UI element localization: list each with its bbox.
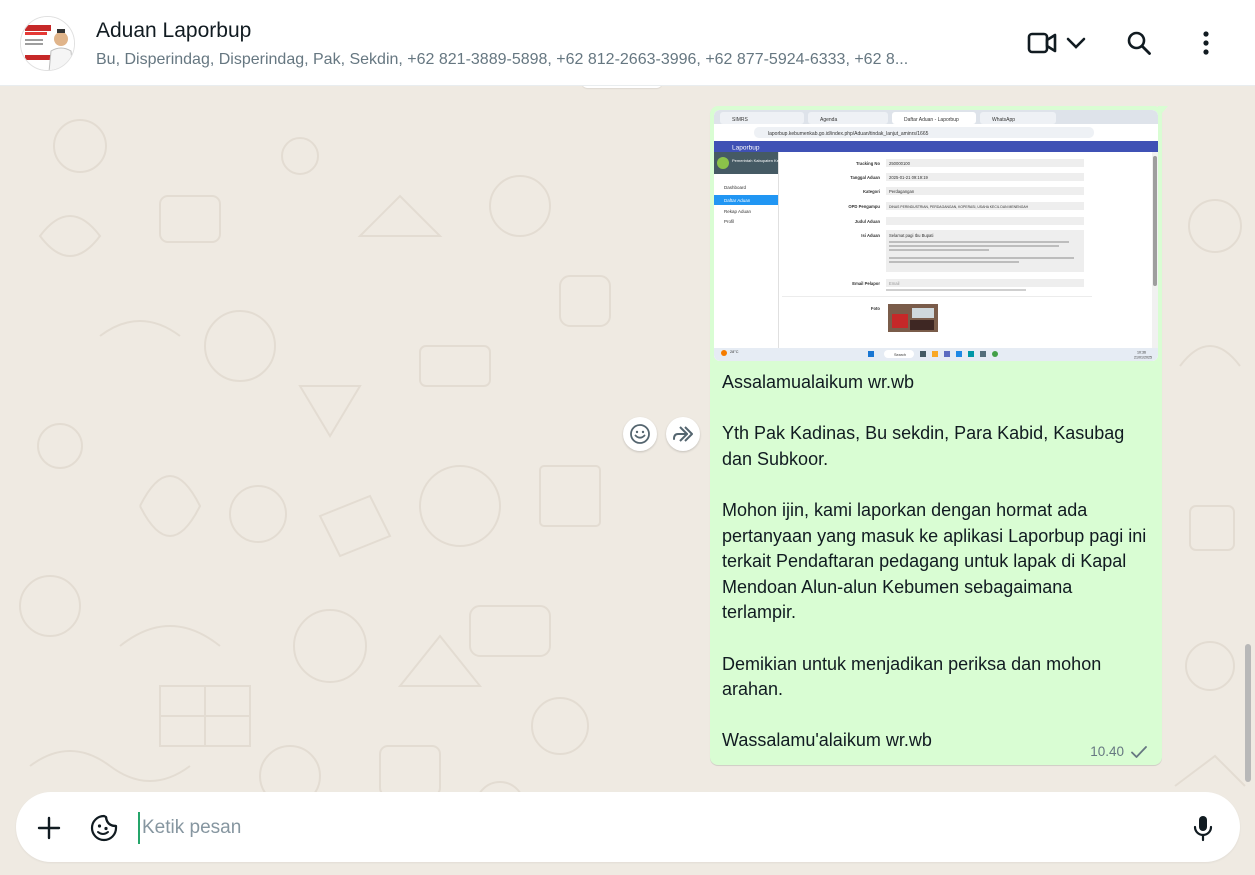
- chat-members-list: Bu, Disperindag, Disperindag, Pak, Sekdi…: [96, 51, 909, 68]
- form-label: OPD Pengampu: [848, 204, 880, 209]
- date-chip-partial: [582, 86, 662, 88]
- sticker-button[interactable]: [87, 811, 121, 845]
- form-value: 2025-01-21 09:19:19: [889, 175, 929, 180]
- browser-url: laporbup.kebumenkab.go.id/index.php/Adua…: [768, 131, 929, 137]
- sidebar-link: Dashboard: [724, 185, 747, 190]
- form-value: DINAS PERINDUSTRIAN, PERDAGANGAN, KOPERA…: [889, 205, 1029, 209]
- form-label: Judul Aduan: [855, 219, 881, 224]
- search-icon: [1127, 31, 1151, 55]
- taskbar-search: Search: [894, 353, 906, 357]
- attach-button[interactable]: [32, 811, 66, 845]
- chat-area[interactable]: SIMRS Agenda Daftar Aduan - Laporbup Wha…: [0, 86, 1255, 792]
- video-call-button[interactable]: [1024, 24, 1090, 62]
- message-time: 10.40: [1090, 744, 1124, 759]
- form-label: Email Pelapor: [852, 281, 880, 286]
- video-camera-icon: [1027, 32, 1057, 54]
- chat-header: Aduan Laporbup Bu, Disperindag, Disperin…: [0, 0, 1255, 86]
- sidebar-link: Rekap Aduan: [724, 209, 752, 214]
- chat-header-info[interactable]: Aduan Laporbup Bu, Disperindag, Disperin…: [96, 18, 976, 70]
- browser-tab-label: WhatsApp: [992, 117, 1015, 123]
- forward-button[interactable]: [666, 417, 700, 451]
- form-value: Perdagangan: [889, 189, 915, 194]
- browser-tab-label: Daftar Aduan - Laporbup: [904, 117, 959, 123]
- single-check-icon: [1131, 745, 1147, 758]
- browser-tab-label: SIMRS: [732, 117, 749, 123]
- taskbar-clock: 10:36: [1137, 351, 1146, 355]
- taskbar-weather: 28°C: [730, 350, 739, 354]
- microphone-icon: [1193, 816, 1213, 842]
- org-name: Pemerintah Kabupaten Kebumen: [732, 158, 791, 163]
- outgoing-message[interactable]: SIMRS Agenda Daftar Aduan - Laporbup Wha…: [710, 106, 1162, 765]
- kebab-menu-icon: [1203, 31, 1209, 55]
- group-avatar-icon: [21, 17, 74, 70]
- search-button[interactable]: [1120, 24, 1158, 62]
- message-text: Assalamualaikum wr.wb Yth Pak Kadinas, B…: [722, 372, 1147, 751]
- chat-scroll-thumb[interactable]: [1245, 644, 1251, 782]
- voice-message-button[interactable]: [1186, 811, 1220, 845]
- form-label: Foto: [871, 306, 881, 311]
- image-attachment[interactable]: SIMRS Agenda Daftar Aduan - Laporbup Wha…: [714, 110, 1158, 361]
- sticker-icon: [90, 814, 118, 842]
- message-composer: [16, 792, 1240, 862]
- plus-icon: [37, 816, 61, 840]
- form-label: Tracking No: [856, 161, 880, 166]
- chat-title: Aduan Laporbup: [96, 19, 252, 42]
- taskbar-date: 21/01/2025: [1134, 356, 1152, 360]
- sidebar-link: Profil: [724, 219, 734, 224]
- form-label: Tanggal Aduan: [850, 175, 880, 180]
- forward-icon: [673, 426, 693, 442]
- menu-button[interactable]: [1188, 24, 1224, 62]
- message-input[interactable]: [138, 812, 1168, 844]
- app-name: Laporbup: [732, 145, 760, 152]
- screenshot-image: SIMRS Agenda Daftar Aduan - Laporbup Wha…: [714, 110, 1158, 361]
- sidebar-link: Daftar Aduan: [724, 198, 751, 203]
- form-label: Kategori: [863, 189, 880, 194]
- form-value: Email: [889, 281, 900, 286]
- form-label: Isi Aduan: [861, 233, 880, 238]
- form-value: Selamat pagi Ibu Bupati: [889, 233, 934, 238]
- chat-scrollbar[interactable]: [1244, 94, 1251, 784]
- form-value: 250000100: [889, 161, 911, 166]
- group-avatar[interactable]: [20, 16, 75, 71]
- message-meta: 10.40: [1090, 744, 1148, 759]
- react-button[interactable]: [623, 417, 657, 451]
- chevron-down-icon: [1066, 37, 1086, 49]
- emoji-smile-icon: [630, 424, 650, 444]
- browser-tab-label: Agenda: [820, 117, 837, 123]
